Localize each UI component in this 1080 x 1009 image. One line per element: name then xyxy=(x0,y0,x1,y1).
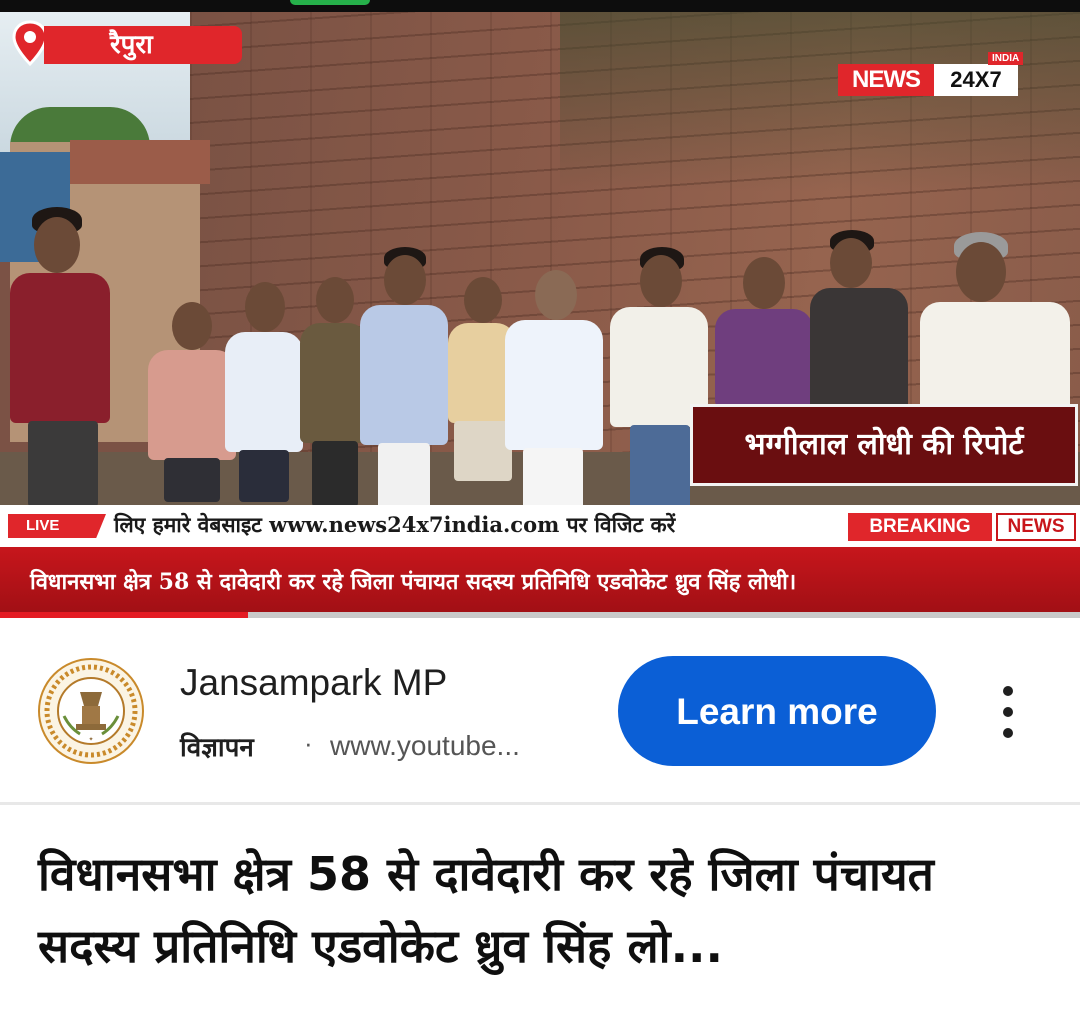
news-ticker: LIVE लिए हमारे वेबसाइट www.news24x7india… xyxy=(0,505,1080,547)
reporter-banner: भग्गीलाल लोधी की रिपोर्ट xyxy=(690,404,1078,486)
mp-government-emblem-icon[interactable]: ✦ xyxy=(36,656,146,766)
separator-dot: · xyxy=(304,728,313,758)
ad-url: www.youtube... xyxy=(330,730,520,761)
channel-logo: NEWS 24X7 INDIA xyxy=(838,52,1024,98)
video-progress-fill xyxy=(0,612,249,618)
video-progress-bar[interactable] xyxy=(0,612,1080,618)
video-scene-person xyxy=(505,270,605,512)
headline-bar: विधानसभा क्षेत्र 58 से दावेदारी कर रहे ज… xyxy=(0,547,1080,618)
ad-label: विज्ञापन xyxy=(180,733,254,763)
video-title[interactable]: विधानसभा क्षेत्र 58 से दावेदारी कर रहे ज… xyxy=(38,838,1048,982)
breaking-label: BREAKING xyxy=(848,513,992,541)
ticker-text: लिए हमारे वेबसाइट www.news24x7india.com … xyxy=(114,512,676,537)
channel-logo-suffix: 24X7 xyxy=(934,64,1018,96)
more-vertical-icon[interactable] xyxy=(990,682,1026,742)
video-scene-person xyxy=(810,230,910,410)
ad-card: ✦ Jansampark MP विज्ञापन · www.youtube..… xyxy=(0,620,1080,802)
svg-text:✦: ✦ xyxy=(88,736,93,743)
active-call-indicator xyxy=(290,0,370,5)
location-tag: रैपुरा xyxy=(44,26,242,64)
status-bar xyxy=(0,0,1080,12)
channel-logo-name: NEWS xyxy=(838,64,934,96)
video-scene-person xyxy=(225,282,305,502)
video-scene-person xyxy=(715,257,815,407)
video-scene-person xyxy=(360,247,450,512)
video-scene-person xyxy=(920,232,1070,412)
divider xyxy=(0,802,1080,805)
advertiser-name[interactable]: Jansampark MP xyxy=(180,662,447,704)
learn-more-button[interactable]: Learn more xyxy=(618,656,936,766)
video-player[interactable]: रैपुरा NEWS 24X7 INDIA भग्गीलाल लोधी की … xyxy=(0,12,1080,618)
live-badge: LIVE xyxy=(8,514,106,538)
news-label: NEWS xyxy=(996,513,1076,541)
channel-logo-region: INDIA xyxy=(988,52,1024,65)
video-scene-person xyxy=(10,207,120,507)
